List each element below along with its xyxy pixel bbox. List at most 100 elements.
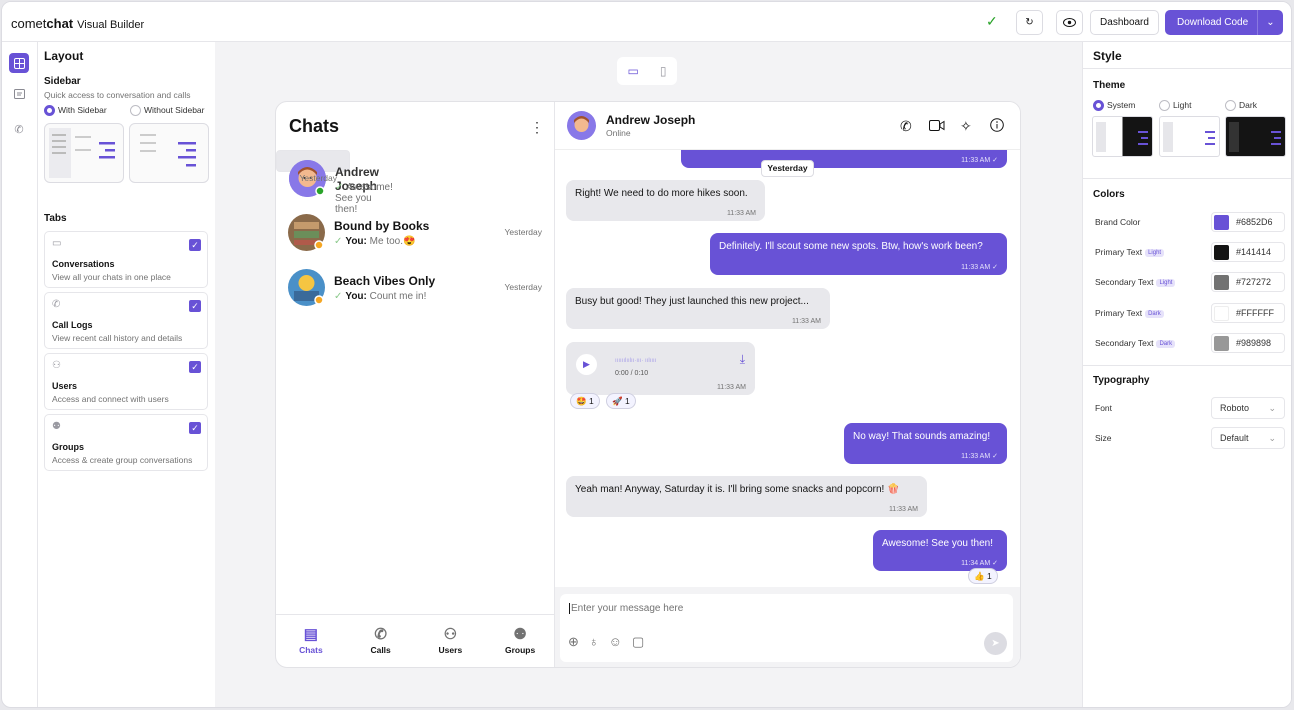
color-picker[interactable]: #141414 — [1211, 242, 1285, 262]
theme-option-system[interactable]: System — [1093, 100, 1135, 112]
dashboard-button[interactable]: Dashboard — [1090, 10, 1159, 35]
mobile-icon[interactable]: ▯ — [660, 64, 667, 78]
nav-label: Calls — [370, 645, 391, 655]
contact-name: Andrew Joseph — [606, 113, 696, 127]
size-select[interactable]: Default ⌄ — [1211, 427, 1285, 449]
checkbox-checked-icon[interactable]: ✓ — [189, 422, 201, 434]
message-bubble-outgoing[interactable]: Definitely. I'll scout some new spots. B… — [710, 233, 1007, 275]
nav-groups[interactable]: ⚉ Groups — [485, 615, 555, 667]
color-swatch — [1214, 214, 1229, 230]
tab-card-users[interactable]: ⚇ ✓ Users Access and connect with users — [44, 353, 208, 410]
tabs-title: Tabs — [44, 213, 67, 224]
radio-empty-icon — [1159, 100, 1170, 112]
checkbox-checked-icon[interactable]: ✓ — [189, 300, 201, 312]
message-bubble-incoming[interactable]: Busy but good! They just launched this n… — [566, 288, 830, 329]
chat-app-preview: Chats ⋮ Andrew Joseph ✓ Awesome! See you … — [275, 101, 1021, 668]
nav-chats[interactable]: ▤ Chats — [276, 615, 346, 667]
font-select[interactable]: Roboto ⌄ — [1211, 397, 1285, 419]
font-label: Font — [1095, 403, 1113, 413]
conversation-item[interactable]: Bound by Books ✓ You: Me too.😍 Yesterday — [276, 205, 554, 260]
phone-tab-icon[interactable]: ✆ — [9, 119, 29, 139]
conversation-item[interactable]: Beach Vibes Only ✓ You: Count me in! Yest… — [276, 260, 554, 315]
with-sidebar-radio[interactable]: With Sidebar — [44, 105, 107, 117]
info-icon[interactable] — [990, 118, 1004, 135]
audio-duration: 0:00 / 0:10 — [615, 370, 649, 377]
color-picker[interactable]: #6852D6 — [1211, 212, 1285, 232]
conversation-item[interactable]: Andrew Joseph ✓ Awesome! See you then! Ye… — [276, 150, 393, 215]
conversation-preview: ✓ You: Count me in! — [334, 291, 426, 302]
layout-panel-icon[interactable] — [9, 53, 29, 73]
top-bar: comet chat Visual Builder ✓ ↻ Dashboard Do… — [2, 2, 1291, 42]
refresh-icon: ↻ — [1025, 17, 1034, 28]
play-icon[interactable]: ▶ — [576, 354, 597, 375]
chat-tab-icon[interactable] — [9, 84, 29, 104]
message-text: Right! We need to do more hikes soon. — [575, 188, 748, 199]
ai-sparkle-icon[interactable]: ✧ — [960, 118, 972, 135]
size-row: Size Default ⌄ — [1095, 427, 1285, 449]
tab-card-groups[interactable]: ⚉ ✓ Groups Access & create group conversa… — [44, 414, 208, 471]
radio-selected-icon — [1093, 100, 1104, 112]
color-row-brand: Brand Color #6852D6 — [1095, 212, 1285, 232]
with-sidebar-preview[interactable] — [44, 123, 124, 183]
theme-option-dark[interactable]: Dark — [1225, 100, 1257, 112]
theme-preview-system[interactable] — [1092, 116, 1153, 157]
microphone-icon[interactable]: ♁ — [589, 634, 599, 650]
theme-preview-light[interactable] — [1159, 116, 1220, 157]
group-icon: ⚉ — [52, 421, 61, 432]
tab-card-conversations[interactable]: ▭ ✓ Conversations View all your chats in … — [44, 231, 208, 288]
send-icon[interactable]: ➤ — [984, 632, 1007, 655]
preview-canvas: ▭ ▯ Chats ⋮ Andrew Joseph ✓ Awesome! See … — [215, 42, 1082, 707]
more-options-icon[interactable]: ⋮ — [530, 119, 544, 136]
tab-card-call-logs[interactable]: ✆ ✓ Call Logs View recent call history an… — [44, 292, 208, 349]
font-value: Roboto — [1220, 403, 1250, 413]
color-picker[interactable]: #989898 — [1211, 333, 1285, 353]
video-call-icon[interactable] — [929, 118, 945, 134]
desktop-icon[interactable]: ▭ — [628, 64, 639, 78]
saved-check-icon: ✓ — [986, 13, 998, 29]
checkbox-checked-icon[interactable]: ✓ — [189, 239, 201, 251]
radio-empty-icon — [1225, 100, 1236, 112]
message-bubble-incoming[interactable]: Yeah man! Anyway, Saturday it is. I'll b… — [566, 476, 927, 517]
audio-message[interactable]: ▶ ıııııılıılıı·ııı· ıılıııı ⤓ 0:00 / 0:1… — [566, 342, 755, 395]
device-switcher: ▭ ▯ — [617, 57, 677, 85]
color-value: #727272 — [1236, 277, 1272, 287]
download-code-button[interactable]: Download Code ⌄ — [1165, 10, 1283, 35]
sticker-icon[interactable]: ▢ — [632, 634, 644, 650]
reaction-chip[interactable]: 👍 1 — [968, 568, 998, 584]
nav-label: Groups — [505, 645, 536, 655]
theme-option-light[interactable]: Light — [1159, 100, 1191, 112]
user-icon: ⚇ — [52, 360, 61, 371]
color-picker[interactable]: #727272 — [1211, 272, 1285, 292]
download-icon[interactable]: ⤓ — [740, 352, 745, 367]
color-value: #6852D6 — [1236, 217, 1273, 227]
preview-button[interactable] — [1056, 10, 1083, 35]
theme-title: Theme — [1093, 80, 1126, 91]
chevron-down-icon[interactable]: ⌄ — [1257, 10, 1283, 35]
message-text: Definitely. I'll scout some new spots. B… — [719, 241, 983, 252]
theme-preview-dark[interactable] — [1225, 116, 1286, 157]
message-bubble-outgoing[interactable]: Awesome! See you then! 11:34 AM ✓ — [873, 530, 1007, 571]
reaction-chip[interactable]: 🚀 1 — [606, 393, 636, 409]
checkbox-checked-icon[interactable]: ✓ — [189, 361, 201, 373]
color-picker[interactable]: #FFFFFF — [1211, 303, 1285, 323]
without-sidebar-radio[interactable]: Without Sidebar — [130, 105, 204, 117]
color-value: #FFFFFF — [1236, 308, 1274, 318]
avatar — [567, 111, 596, 140]
add-icon[interactable]: ⊕ — [568, 634, 579, 650]
voice-call-icon[interactable]: ✆ — [900, 118, 912, 135]
reaction-chip[interactable]: 🤩 1 — [570, 393, 600, 409]
chevron-down-icon: ⌄ — [1268, 402, 1276, 413]
nav-users[interactable]: ⚇ Users — [416, 615, 486, 667]
message-bubble-incoming[interactable]: Right! We need to do more hikes soon. 11… — [566, 180, 765, 221]
nav-calls[interactable]: ✆ Calls — [346, 615, 416, 667]
message-time: 11:33 AM — [716, 384, 746, 391]
brand-suffix: Visual Builder — [77, 19, 145, 31]
chat-list: Chats ⋮ Andrew Joseph ✓ Awesome! See you … — [276, 102, 555, 667]
without-sidebar-preview[interactable] — [129, 123, 209, 183]
message-composer[interactable]: Enter your message here ⊕ ♁ ☺ ▢ ➤ — [560, 594, 1013, 662]
size-label: Size — [1095, 433, 1112, 443]
refresh-button[interactable]: ↻ — [1016, 10, 1043, 35]
message-bubble-outgoing[interactable]: No way! That sounds amazing! 11:33 AM ✓ — [844, 423, 1007, 464]
emoji-icon[interactable]: ☺ — [609, 634, 622, 650]
message-input[interactable]: Enter your message here — [569, 603, 683, 614]
